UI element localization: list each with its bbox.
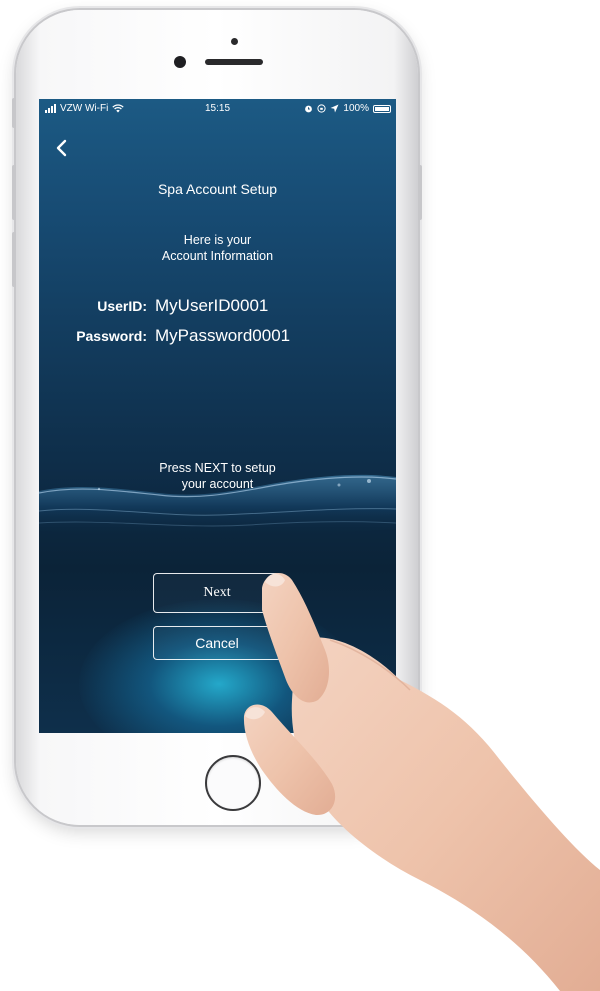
mute-switch <box>12 98 16 128</box>
volume-down-button <box>12 232 16 287</box>
userid-row: UserID: MyUserID0001 <box>39 296 396 320</box>
password-value: MyPassword0001 <box>155 326 291 345</box>
location-icon <box>330 104 339 113</box>
userid-label: UserID: <box>97 298 147 314</box>
battery-percent: 100% <box>343 103 369 114</box>
instructions-text: Press NEXT to setup your account <box>39 460 396 492</box>
front-camera <box>174 56 186 68</box>
alarm-icon <box>305 105 313 113</box>
power-button <box>418 165 422 220</box>
userid-value: MyUserID0001 <box>155 296 269 315</box>
chevron-left-icon[interactable] <box>51 137 73 159</box>
battery-fill <box>375 106 389 111</box>
volume-up-button <box>12 165 16 220</box>
instructions-line-2: your account <box>181 477 254 491</box>
page-title: Spa Account Setup <box>157 181 278 197</box>
earpiece-speaker <box>205 59 263 65</box>
password-label: Password: <box>76 328 147 344</box>
instructions-line-1: Press NEXT to setup <box>159 461 276 475</box>
orientation-lock-icon <box>317 104 327 113</box>
home-button[interactable] <box>205 755 261 811</box>
status-bar: VZW Wi-Fi 15:15 100% <box>39 99 396 119</box>
cancel-button[interactable]: Cancel <box>153 626 281 660</box>
battery-icon <box>373 104 391 113</box>
password-row: Password: MyPassword0001 <box>39 326 396 350</box>
proximity-sensor <box>231 38 238 45</box>
intro-text: Here is your Account Information <box>39 232 396 264</box>
underwater-glow <box>79 599 359 733</box>
intro-line-2: Account Information <box>161 249 274 263</box>
intro-line-1: Here is your <box>183 233 252 247</box>
app-screen: VZW Wi-Fi 15:15 100% Spa Account Setup H… <box>39 99 396 733</box>
next-button[interactable]: Next <box>153 573 281 613</box>
